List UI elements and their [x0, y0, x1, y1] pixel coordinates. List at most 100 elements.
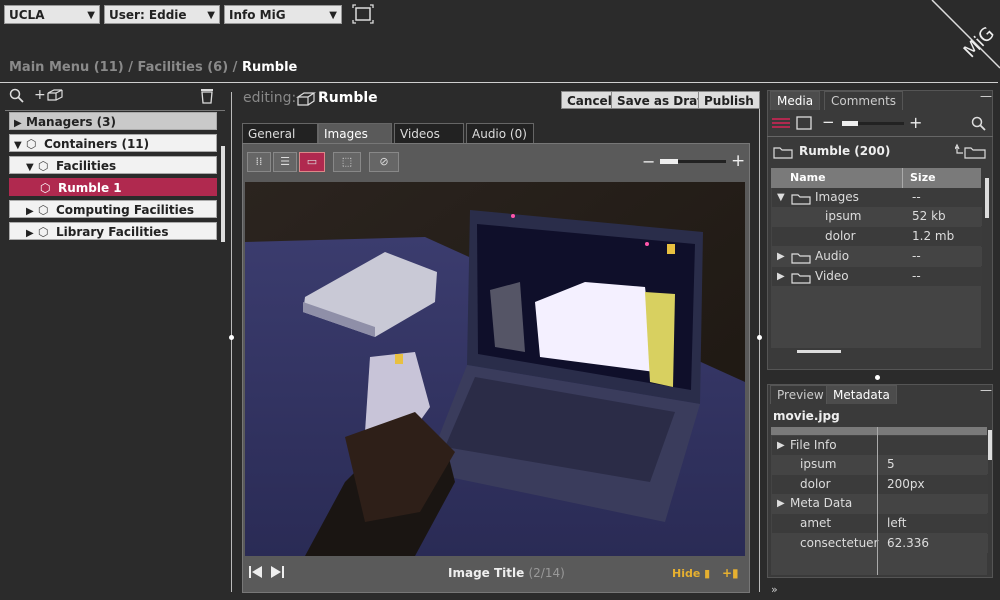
fit-icon[interactable]: ⬚ [333, 152, 361, 172]
zoom-in-icon[interactable]: + [909, 113, 922, 132]
media-row-video[interactable]: ▶ Video -- [772, 267, 982, 286]
collapse-icon[interactable]: ▼ [14, 137, 26, 155]
tab-videos[interactable]: Videos (3) [394, 123, 464, 161]
media-row-size: -- [912, 190, 921, 204]
breadcrumb-facilities[interactable]: Facilities (6) / [138, 60, 238, 75]
sidebar-item-facilities[interactable]: ▼ ⬡ Facilities [9, 156, 217, 174]
metadata-scrollbar[interactable] [988, 430, 992, 460]
list-view-icon[interactable]: ☰ [273, 152, 297, 172]
expand-icon[interactable]: ▶ [14, 115, 26, 133]
org-dropdown[interactable]: UCLA ▼ [4, 5, 100, 24]
zoom-slider-handle[interactable] [660, 159, 678, 164]
tab-audio[interactable]: Audio (0) [466, 123, 534, 143]
metadata-key: Meta Data [790, 496, 853, 510]
metadata-row-file-info[interactable]: ▶ File Info [772, 436, 988, 455]
add-note-icon[interactable]: +▮ [722, 566, 739, 580]
sidebar-item-rumble[interactable]: ⬡ Rumble 1 [9, 178, 217, 196]
metadata-row-ipsum[interactable]: ipsum 5 [772, 455, 988, 474]
media-hscrollbar[interactable] [797, 350, 841, 353]
tab-media[interactable]: Media [770, 91, 821, 110]
expand-icon[interactable]: ▶ [26, 203, 38, 221]
collapse-icon[interactable]: ▼ [26, 159, 38, 177]
expand-icon[interactable]: ▶ [777, 267, 785, 286]
media-row-audio[interactable]: ▶ Audio -- [772, 247, 982, 266]
hide-button[interactable]: Hide ▮ [672, 567, 710, 580]
expand-icon[interactable]: ▶ [777, 494, 785, 513]
add-container-icon[interactable]: + [34, 87, 64, 103]
tab-preview[interactable]: Preview [770, 385, 831, 404]
next-image-icon[interactable] [270, 565, 284, 582]
sidebar-scrollbar[interactable] [221, 146, 225, 242]
expand-icon[interactable]: ▶ [26, 225, 38, 243]
column-header-name[interactable]: Name [790, 171, 826, 184]
image-title-text: Image Title [448, 566, 525, 580]
single-view-icon[interactable]: ▭ [299, 152, 325, 172]
search-icon[interactable] [971, 116, 987, 135]
publish-button[interactable]: Publish [698, 91, 760, 109]
sidebar-item-library[interactable]: ▶ ⬡ Library Facilities [9, 222, 217, 240]
expand-icon[interactable]: ▶ [777, 436, 785, 455]
media-vscrollbar[interactable] [985, 178, 989, 218]
media-row-name: Images [815, 190, 859, 204]
divider [767, 136, 993, 137]
zoom-slider-handle[interactable] [842, 121, 858, 126]
first-image-icon[interactable] [249, 565, 263, 582]
breadcrumb-main-menu[interactable]: Main Menu (11) / [9, 60, 133, 75]
search-icon[interactable] [9, 88, 25, 107]
fullscreen-icon[interactable] [352, 4, 374, 24]
sidebar-item-containers[interactable]: ▼ ⬡ Containers (11) [9, 134, 217, 152]
sidebar-item-computing[interactable]: ▶ ⬡ Computing Facilities [9, 200, 217, 218]
media-row-ipsum[interactable]: ipsum 52 kb [772, 207, 982, 226]
sidebar-item-label: Library Facilities [56, 225, 169, 239]
metadata-row-meta-data[interactable]: ▶ Meta Data [772, 494, 988, 513]
metadata-key: amet [800, 516, 832, 530]
container-icon: ⬡ [38, 203, 49, 217]
metadata-row-amet[interactable]: amet left [772, 514, 988, 533]
trash-icon[interactable] [200, 88, 214, 107]
minimize-icon[interactable]: — [980, 89, 992, 103]
zoom-in-icon[interactable]: + [731, 151, 745, 171]
sidebar-item-managers[interactable]: ▶ Managers (3) [9, 112, 217, 130]
user-label: User: Eddie [109, 8, 187, 22]
folder-up-icon[interactable] [954, 143, 987, 162]
tab-comments[interactable]: Comments [824, 91, 904, 110]
cancel-icon[interactable]: ⊘ [369, 152, 399, 172]
folder-icon [791, 271, 811, 290]
splitter-handle[interactable] [229, 335, 234, 340]
media-zoom-slider[interactable] [842, 121, 904, 126]
divider [877, 427, 878, 575]
image-preview[interactable] [245, 182, 745, 556]
hide-label: Hide [672, 567, 701, 580]
collapse-icon[interactable]: ▼ [777, 188, 785, 207]
expand-panel-icon[interactable]: » [771, 583, 778, 596]
splitter-handle[interactable] [757, 335, 762, 340]
info-dropdown[interactable]: Info MiG ▼ [224, 5, 342, 24]
splitter-left[interactable] [231, 92, 232, 592]
grid-view-icon[interactable]: ⁞⁞ [247, 152, 271, 172]
media-row-images[interactable]: ▼ Images -- [772, 188, 982, 207]
splitter-right[interactable] [759, 92, 760, 592]
single-view-icon[interactable] [796, 116, 812, 133]
zoom-slider[interactable] [660, 159, 726, 164]
divider [5, 110, 225, 111]
image-count: (2/14) [528, 566, 565, 580]
tab-general[interactable]: General [242, 123, 318, 143]
editor-title: Rumble [318, 90, 378, 106]
cancel-button[interactable]: Cancel [561, 91, 618, 109]
metadata-row-dolor[interactable]: dolor 200px [772, 475, 988, 494]
metadata-value: left [887, 516, 907, 530]
metadata-row-consectetuer[interactable]: consectetuer 62.336 [772, 534, 988, 553]
list-view-icon[interactable] [772, 117, 790, 132]
tab-images[interactable]: Images (16) [318, 123, 392, 161]
zoom-out-icon[interactable]: − [822, 113, 835, 131]
minimize-icon[interactable]: — [980, 383, 992, 397]
user-dropdown[interactable]: User: Eddie ▼ [104, 5, 220, 24]
metadata-key: dolor [800, 477, 831, 491]
media-row-dolor[interactable]: dolor 1.2 mb [772, 227, 982, 246]
tab-metadata[interactable]: Metadata [826, 385, 897, 404]
expand-icon[interactable]: ▶ [777, 247, 785, 266]
column-header-size[interactable]: Size [910, 171, 936, 184]
divider [902, 168, 903, 188]
zoom-out-icon[interactable]: − [642, 152, 655, 171]
splitter-handle[interactable] [875, 375, 880, 380]
